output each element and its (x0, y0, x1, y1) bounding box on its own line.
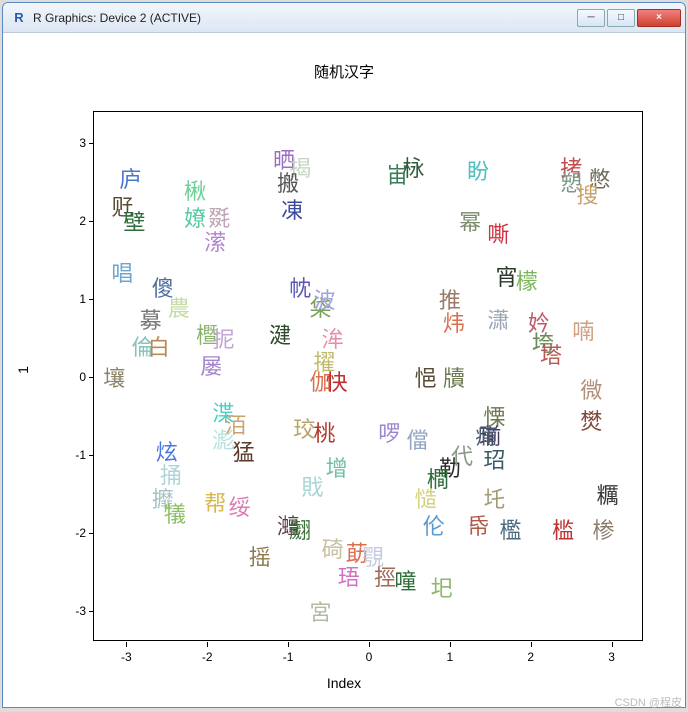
y-axis-label: 1 (15, 366, 31, 374)
data-point: 潇 (487, 303, 509, 335)
data-point: 唱 (111, 256, 133, 288)
data-point: 屡 (200, 349, 222, 381)
x-tick-label: 0 (366, 650, 373, 664)
data-point: 湕 (269, 318, 291, 350)
app-icon: R (11, 10, 27, 26)
data-point: 潆 (204, 225, 226, 257)
data-point: 珸 (338, 560, 360, 592)
data-point: 壤 (103, 361, 125, 393)
data-point: 珓 (293, 412, 315, 444)
maximize-button[interactable]: □ (607, 9, 635, 27)
x-tick-label: 3 (608, 650, 615, 664)
data-point: 桃 (313, 416, 335, 448)
x-tick-mark (126, 642, 127, 647)
data-point: 農 (168, 291, 190, 323)
data-point: 盼 (467, 154, 489, 186)
y-tick-label: -2 (56, 526, 86, 540)
x-tick-mark (369, 642, 370, 647)
y-tick-mark (89, 611, 94, 612)
window: R R Graphics: Device 2 (ACTIVE) ─ □ × 随机… (2, 2, 686, 708)
titlebar[interactable]: R R Graphics: Device 2 (ACTIVE) ─ □ × (3, 3, 685, 33)
x-tick-label: 1 (447, 650, 454, 664)
y-tick-label: -1 (56, 448, 86, 462)
x-axis-label: Index (3, 675, 685, 691)
data-point: 檬 (516, 264, 538, 296)
data-point: 幂 (459, 205, 481, 237)
y-tick-label: 3 (56, 136, 86, 150)
data-point: 炜 (443, 306, 465, 338)
data-point: 玿 (483, 443, 505, 475)
data-point: 塔 (540, 338, 562, 370)
x-tick-mark (450, 642, 451, 647)
data-point: 白 (148, 330, 170, 362)
plot-area: 随机汉字 1 Index -3-2-10123-3-2-10123庐觃壁唱傻農募… (3, 33, 685, 707)
data-point: 宵 (495, 260, 517, 292)
y-tick-mark (89, 455, 94, 456)
plot-box: -3-2-10123-3-2-10123庐觃壁唱傻農募倫白壤炫捅攠犠楸嫽毲潆櫭抳… (93, 111, 643, 641)
x-tick-label: -1 (283, 650, 294, 664)
x-tick-mark (207, 642, 208, 647)
data-point: 搜 (576, 178, 598, 210)
data-point: 摇 (249, 540, 271, 572)
close-button[interactable]: × (637, 9, 681, 27)
data-point: 凍 (281, 193, 303, 225)
data-point: 儅 (407, 423, 429, 455)
data-point: 增 (326, 451, 348, 483)
data-point: 猛 (233, 435, 255, 467)
y-tick-label: -3 (56, 604, 86, 618)
data-point: 滮 (212, 423, 234, 455)
data-point: 挳 (374, 560, 396, 592)
data-point: 嘶 (487, 217, 509, 249)
x-tick-mark (612, 642, 613, 647)
data-point: 壁 (123, 205, 145, 237)
data-point: 牘 (443, 361, 465, 393)
watermark: CSDN @程皮 (615, 694, 682, 710)
x-tick-label: -3 (121, 650, 132, 664)
y-tick-label: 1 (56, 292, 86, 306)
data-point: 微 (580, 373, 602, 405)
window-title: R Graphics: Device 2 (ACTIVE) (33, 11, 575, 25)
data-point: 糲 (597, 478, 619, 510)
data-point: 槛 (552, 513, 574, 545)
data-point: 快 (326, 365, 348, 397)
minimize-button[interactable]: ─ (577, 9, 605, 27)
data-point: 帎 (289, 271, 311, 303)
data-point: 绥 (229, 490, 251, 522)
data-point: 嫽 (184, 201, 206, 233)
data-point: 戝 (301, 470, 323, 502)
y-tick-mark (89, 143, 94, 144)
data-point: 帋 (467, 509, 489, 541)
data-point: 帮 (204, 486, 226, 518)
x-tick-mark (288, 642, 289, 647)
data-point: 啰 (378, 416, 400, 448)
data-point: 代 (451, 439, 473, 471)
x-tick-label: -2 (202, 650, 213, 664)
data-point: 犠 (164, 497, 186, 529)
y-tick-mark (89, 221, 94, 222)
data-point: 喃 (572, 314, 594, 346)
x-tick-mark (531, 642, 532, 647)
data-point: 伦 (423, 509, 445, 541)
data-point: 宮 (309, 595, 331, 627)
y-tick-label: 2 (56, 214, 86, 228)
data-point: 波 (313, 283, 335, 315)
data-point: 椮 (593, 513, 615, 545)
data-point: 噇 (394, 564, 416, 596)
y-tick-mark (89, 377, 94, 378)
y-tick-label: 0 (56, 370, 86, 384)
data-point: 燓 (580, 404, 602, 436)
y-tick-mark (89, 533, 94, 534)
y-tick-mark (89, 299, 94, 300)
data-point: 翽 (289, 513, 311, 545)
x-tick-label: 2 (527, 650, 534, 664)
chart-title: 随机汉字 (3, 61, 685, 82)
window-buttons: ─ □ × (575, 9, 681, 27)
data-point: 圯 (431, 571, 453, 603)
data-point: 檻 (500, 513, 522, 545)
data-point: 栐 (402, 151, 424, 183)
data-point: 悒 (415, 361, 437, 393)
